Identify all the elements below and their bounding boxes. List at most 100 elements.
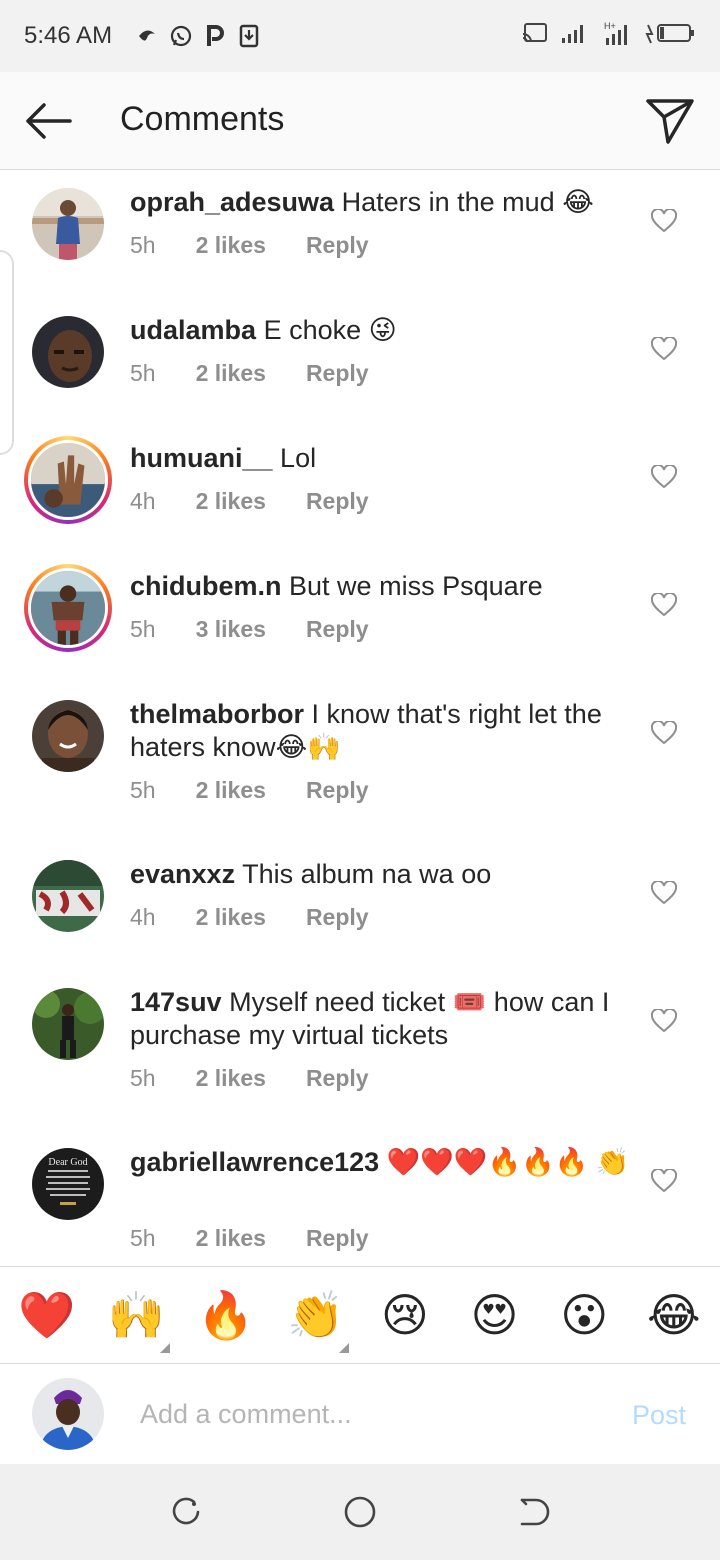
avatar[interactable] bbox=[32, 700, 104, 772]
avatar-story-ring[interactable] bbox=[24, 436, 112, 524]
avatar[interactable] bbox=[32, 1378, 104, 1450]
skin-tone-indicator-icon bbox=[339, 1342, 350, 1353]
emoji-glyph: 👏 bbox=[287, 1288, 345, 1341]
comment-time: 5h bbox=[130, 1065, 156, 1091]
reply-button[interactable]: Reply bbox=[306, 488, 369, 515]
heart-icon[interactable] bbox=[650, 591, 678, 617]
comment-likes[interactable]: 2 likes bbox=[196, 904, 266, 931]
cast-icon bbox=[522, 22, 548, 51]
comment-input[interactable] bbox=[140, 1394, 600, 1434]
reply-button[interactable]: Reply bbox=[306, 360, 369, 387]
status-time: 5:46 AM bbox=[24, 22, 113, 49]
comment-time: 4h bbox=[130, 488, 156, 514]
comment-username[interactable]: evanxxz bbox=[130, 859, 235, 889]
quick-emoji-tears-of-joy[interactable]: 😂 bbox=[646, 1288, 702, 1342]
comment-item: oprah_adesuwa Haters in the mud 😂 5h 2 l… bbox=[0, 170, 720, 298]
battery-icon bbox=[644, 21, 696, 52]
heart-icon[interactable] bbox=[650, 463, 678, 489]
back-arrow-icon[interactable] bbox=[22, 98, 74, 144]
comment-username[interactable]: 147suv bbox=[130, 987, 222, 1017]
comment-username[interactable]: chidubem.n bbox=[130, 571, 282, 601]
comment-item: humuani__ Lol 4h 2 likes Reply bbox=[0, 426, 720, 554]
recents-icon[interactable] bbox=[170, 1496, 202, 1533]
comment-item: Dear God gabriellawrence123 ❤️❤️❤️🔥🔥🔥 👏 … bbox=[0, 1130, 720, 1266]
skin-tone-indicator-icon bbox=[159, 1342, 170, 1353]
avatar[interactable] bbox=[32, 860, 104, 932]
p-icon bbox=[202, 23, 228, 49]
quick-emoji-fire[interactable]: 🔥 bbox=[197, 1288, 254, 1343]
post-button[interactable]: Post bbox=[632, 1400, 686, 1431]
comment-username[interactable]: gabriellawrence123 bbox=[130, 1147, 379, 1177]
comment-time: 4h bbox=[130, 904, 156, 930]
comment-username[interactable]: humuani__ bbox=[130, 443, 273, 473]
comment-item: 147suv Myself need ticket 🎟️ how can I p… bbox=[0, 970, 720, 1130]
reply-button[interactable]: Reply bbox=[306, 1225, 369, 1252]
heart-icon[interactable] bbox=[650, 1007, 678, 1033]
comments-list[interactable]: oprah_adesuwa Haters in the mud 😂 5h 2 l… bbox=[0, 170, 720, 1266]
comment-text: Lol bbox=[280, 443, 317, 473]
notif-icon bbox=[134, 23, 160, 49]
comment-composer: Post bbox=[0, 1364, 720, 1464]
comment-text: But we miss Psquare bbox=[289, 571, 543, 601]
signal-icon bbox=[560, 22, 588, 51]
signal2-icon: H+ bbox=[600, 20, 632, 53]
page-title: Comments bbox=[120, 100, 285, 138]
heart-icon[interactable] bbox=[650, 1167, 678, 1193]
comment-likes[interactable]: 2 likes bbox=[196, 1065, 266, 1092]
quick-emoji-surprised[interactable]: 😮 bbox=[556, 1288, 612, 1342]
comment-text: ❤️❤️❤️🔥🔥🔥 👏 bbox=[386, 1147, 630, 1177]
status-bar: 5:46 AM H+ bbox=[0, 0, 720, 72]
comment-item: evanxxz This album na wa oo 4h 2 likes R… bbox=[0, 842, 720, 970]
quick-emoji-heart-eyes[interactable]: 😍 bbox=[467, 1288, 523, 1342]
heart-icon[interactable] bbox=[650, 207, 678, 233]
avatar[interactable] bbox=[32, 188, 104, 260]
reply-button[interactable]: Reply bbox=[306, 1065, 369, 1092]
avatar[interactable]: Dear God bbox=[32, 1148, 104, 1220]
avatar-caption: Dear God bbox=[48, 1157, 87, 1168]
quick-emoji-heart[interactable]: ❤️ bbox=[18, 1288, 75, 1343]
whatsapp-icon bbox=[168, 23, 194, 49]
system-navigation-bar bbox=[0, 1464, 720, 1560]
comment-time: 5h bbox=[130, 232, 156, 258]
comments-header: Comments bbox=[0, 72, 720, 170]
comment-item: thelmaborbor I know that's right let the… bbox=[0, 682, 720, 842]
comment-text: Haters in the mud 😂 bbox=[341, 187, 594, 217]
reply-button[interactable]: Reply bbox=[306, 904, 369, 931]
quick-reaction-bar: ❤️ 🙌 🔥 👏 😢 😍 😮 😂 bbox=[0, 1266, 720, 1364]
comment-username[interactable]: oprah_adesuwa bbox=[130, 187, 334, 217]
home-icon[interactable] bbox=[343, 1495, 377, 1534]
reply-button[interactable]: Reply bbox=[306, 232, 369, 259]
comment-item: udalamba E choke 😜 5h 2 likes Reply bbox=[0, 298, 720, 426]
avatar-story-ring[interactable] bbox=[24, 564, 112, 652]
svg-text:H+: H+ bbox=[604, 21, 616, 31]
back-nav-icon[interactable] bbox=[518, 1496, 550, 1533]
comment-time: 5h bbox=[130, 360, 156, 386]
comment-username[interactable]: udalamba bbox=[130, 315, 256, 345]
comment-text: This album na wa oo bbox=[242, 859, 492, 889]
heart-icon[interactable] bbox=[650, 335, 678, 361]
comment-time: 5h bbox=[130, 777, 156, 803]
comment-likes[interactable]: 2 likes bbox=[196, 360, 266, 387]
comment-time: 5h bbox=[130, 1225, 156, 1251]
comment-likes[interactable]: 2 likes bbox=[196, 232, 266, 259]
heart-icon[interactable] bbox=[650, 879, 678, 905]
comment-time: 5h bbox=[130, 616, 156, 642]
reply-button[interactable]: Reply bbox=[306, 616, 369, 643]
quick-emoji-raised-hands[interactable]: 🙌 bbox=[107, 1288, 170, 1353]
comment-item: chidubem.n But we miss Psquare 5h 3 like… bbox=[0, 554, 720, 682]
heart-icon[interactable] bbox=[650, 719, 678, 745]
avatar[interactable] bbox=[32, 988, 104, 1060]
quick-emoji-clap[interactable]: 👏 bbox=[287, 1288, 350, 1353]
share-direct-icon[interactable] bbox=[644, 96, 696, 146]
reply-button[interactable]: Reply bbox=[306, 777, 369, 804]
comment-likes[interactable]: 3 likes bbox=[196, 616, 266, 643]
comment-likes[interactable]: 2 likes bbox=[196, 1225, 266, 1252]
comment-likes[interactable]: 2 likes bbox=[196, 777, 266, 804]
comment-text: E choke 😜 bbox=[263, 315, 397, 345]
avatar[interactable] bbox=[32, 316, 104, 388]
comment-username[interactable]: thelmaborbor bbox=[130, 699, 304, 729]
download-icon bbox=[236, 23, 262, 49]
quick-emoji-crying[interactable]: 😢 bbox=[377, 1288, 433, 1342]
comment-likes[interactable]: 2 likes bbox=[196, 488, 266, 515]
emoji-glyph: 🙌 bbox=[107, 1288, 165, 1341]
